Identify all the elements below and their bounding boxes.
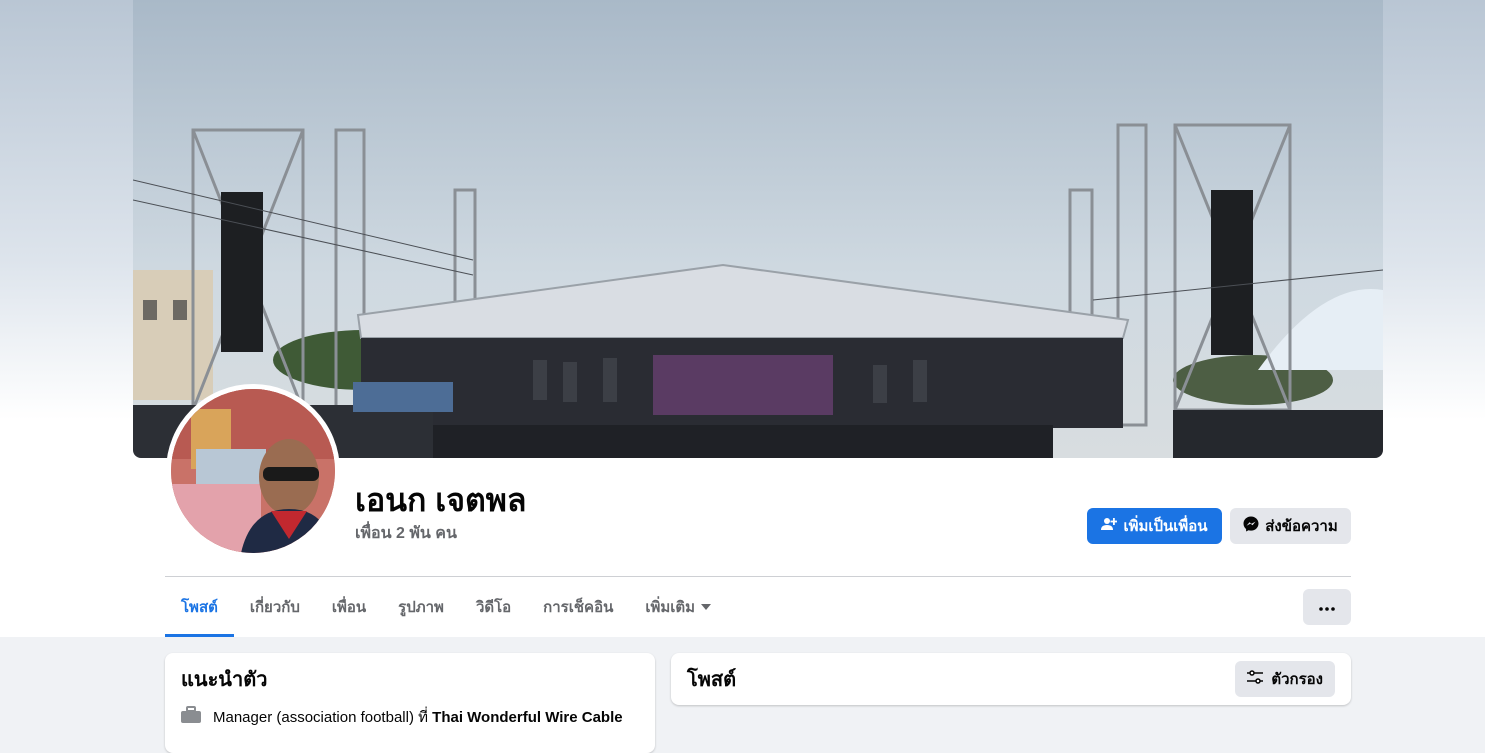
posts-title: โพสต์ (687, 669, 737, 691)
caret-down-icon (701, 602, 712, 613)
tab-photos[interactable]: รูปภาพ (382, 577, 460, 637)
tab-videos[interactable]: วิดีโอ (460, 577, 527, 637)
work-text: Manager (association football) ที่ Thai … (213, 705, 623, 729)
filter-sliders-icon (1247, 670, 1264, 688)
work-info: Manager (association football) ที่ Thai … (181, 705, 623, 729)
tab-posts-label: โพสต์ (181, 599, 218, 616)
profile-tabs: โพสต์ เกี่ยวกับ เพื่อน รูปภาพ วิดีโอ การ… (165, 577, 727, 637)
tab-videos-label: วิดีโอ (475, 599, 512, 616)
add-friend-label: เพิ่มเป็นเพื่อน (1123, 518, 1208, 535)
tab-about-label: เกี่ยวกับ (249, 599, 300, 616)
cover-photo[interactable] (133, 0, 1383, 458)
filter-button[interactable]: ตัวกรอง (1235, 661, 1335, 697)
profile-avatar[interactable] (171, 389, 335, 553)
tab-friends-label: เพื่อน (331, 599, 367, 616)
add-friend-icon (1101, 516, 1118, 536)
add-friend-button[interactable]: เพิ่มเป็นเพื่อน (1087, 508, 1222, 544)
cover-photo-image (133, 0, 1383, 458)
intro-card: แนะนำตัว Manager (association football) … (165, 653, 655, 753)
profile-name: เอนก เจตพล (355, 482, 527, 518)
more-dots-icon (1319, 598, 1335, 616)
tab-about[interactable]: เกี่ยวกับ (234, 577, 316, 637)
avatar-image (171, 389, 335, 553)
work-role: Manager (association football) ที่ (213, 709, 433, 726)
briefcase-icon (181, 706, 201, 728)
tab-photos-label: รูปภาพ (398, 599, 444, 616)
tab-more[interactable]: เพิ่มเติม (629, 577, 727, 637)
more-options-button[interactable] (1303, 589, 1351, 625)
tab-checkins[interactable]: การเช็คอิน (527, 577, 629, 637)
message-button[interactable]: ส่งข้อความ (1230, 508, 1351, 544)
intro-title: แนะนำตัว (181, 669, 268, 691)
message-label: ส่งข้อความ (1265, 518, 1338, 535)
work-company-link[interactable]: Thai Wonderful Wire Cable (432, 709, 622, 726)
friends-count[interactable]: เพื่อน 2 พัน คน (355, 523, 457, 545)
tab-posts[interactable]: โพสต์ (165, 577, 234, 637)
filter-label: ตัวกรอง (1271, 671, 1323, 688)
tab-checkins-label: การเช็คอิน (543, 599, 614, 616)
tab-friends[interactable]: เพื่อน (316, 577, 382, 637)
messenger-icon (1243, 516, 1259, 536)
tab-more-label: เพิ่มเติม (645, 599, 696, 616)
posts-card: โพสต์ ตัวกรอง (671, 653, 1351, 705)
